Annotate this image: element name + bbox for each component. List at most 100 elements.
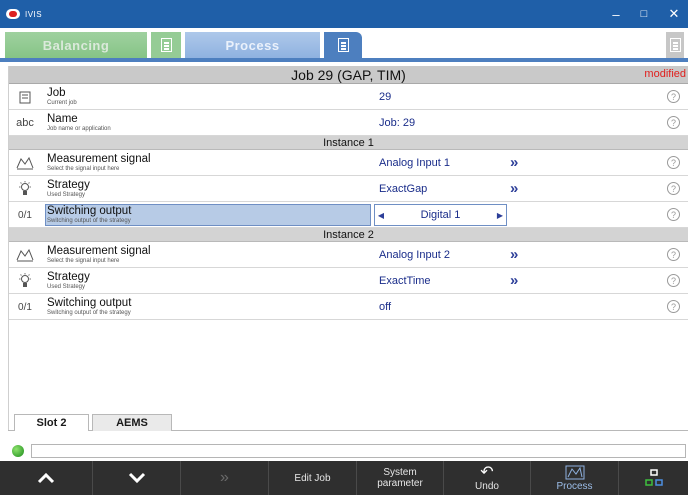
lightbulb-icon: [13, 180, 37, 198]
job-value[interactable]: 29: [379, 91, 391, 103]
row-label: Switching output Switching output of the…: [47, 297, 131, 317]
double-chevron-right-icon: »: [220, 469, 229, 486]
maximize-button[interactable]: □: [632, 0, 656, 28]
system-parameter-button[interactable]: System parameter: [357, 461, 444, 495]
binary-icon: 0/1: [18, 209, 32, 221]
label-main: Switching output: [47, 297, 132, 309]
name-value[interactable]: Job: 29: [379, 117, 415, 129]
label-main: Job: [47, 87, 66, 99]
undo-icon: ↶: [480, 463, 494, 481]
window-title: IVIS: [25, 9, 43, 19]
lightbulb-icon: [13, 272, 37, 290]
app-logo-icon: [6, 9, 20, 19]
tab-underline: [0, 58, 688, 62]
section-instance-2: Instance 2: [9, 228, 688, 242]
label-main: Measurement signal: [47, 153, 151, 165]
row-label: Measurement signal Select the signal inp…: [47, 245, 151, 265]
help-icon[interactable]: ?: [667, 182, 680, 195]
tab-balancing-document[interactable]: [151, 32, 181, 58]
row-job[interactable]: Job Current job 29 ?: [9, 84, 688, 110]
measurement-signal-value[interactable]: Analog Input 2: [379, 249, 450, 261]
title-bar: IVIS – □ ✕: [0, 0, 688, 28]
label-sub: Select the signal input here: [47, 166, 120, 172]
arrow-left-icon[interactable]: ◀: [375, 211, 387, 220]
label-sub: Current job: [47, 100, 77, 106]
double-chevron-right-icon[interactable]: »: [510, 180, 519, 197]
label-main: Strategy: [47, 179, 90, 191]
label-main: Measurement signal: [47, 245, 151, 257]
system-parameter-label-2: parameter: [377, 478, 423, 489]
job-panel: Job 29 (GAP, TIM) modified Job Current j…: [8, 66, 688, 431]
document-icon: [337, 38, 349, 52]
row-label: Name Job name or application: [47, 113, 111, 133]
help-icon[interactable]: ?: [667, 208, 680, 221]
row-measurement-signal-1[interactable]: Measurement signal Select the signal inp…: [9, 150, 688, 176]
section-instance-1: Instance 1: [9, 136, 688, 150]
tab-process[interactable]: Process: [185, 32, 320, 58]
status-led-icon: [12, 445, 24, 457]
bottom-toolbar: » Edit Job System parameter ↶ Undo Proce…: [0, 461, 688, 495]
row-switching-output-2[interactable]: 0/1 Switching output Switching output of…: [9, 294, 688, 320]
row-label: Strategy Used Strategy: [47, 271, 90, 291]
network-button[interactable]: [619, 461, 688, 495]
row-strategy-2[interactable]: Strategy Used Strategy ExactTime » ?: [9, 268, 688, 294]
signal-chart-icon: [13, 154, 37, 172]
edit-job-label: Edit Job: [294, 472, 331, 484]
help-icon[interactable]: ?: [667, 248, 680, 261]
status-message-field: [31, 444, 686, 458]
process-chart-icon: [565, 465, 584, 479]
edit-job-button[interactable]: Edit Job: [269, 461, 357, 495]
help-icon[interactable]: ?: [667, 300, 680, 313]
help-icon[interactable]: ?: [667, 156, 680, 169]
system-parameter-label-1: System: [383, 467, 417, 478]
strategy-value[interactable]: ExactTime: [379, 275, 431, 287]
close-button[interactable]: ✕: [662, 0, 686, 28]
tab-balancing[interactable]: Balancing: [5, 32, 147, 58]
tab-extra-document[interactable]: [666, 32, 684, 58]
job-header: Job 29 (GAP, TIM) modified: [9, 66, 688, 84]
label-main: Strategy: [47, 271, 90, 283]
tab-slot-2[interactable]: Slot 2: [14, 414, 89, 431]
process-label: Process: [556, 480, 593, 492]
row-label: Measurement signal Select the signal inp…: [47, 153, 151, 173]
double-chevron-right-icon[interactable]: »: [510, 154, 519, 171]
process-button[interactable]: Process: [531, 461, 619, 495]
double-chevron-right-icon[interactable]: »: [510, 272, 519, 289]
document-icon: [669, 38, 681, 52]
label-main: Switching output: [47, 205, 132, 217]
row-switching-output-1[interactable]: 0/1 Switching output Switching output of…: [9, 202, 688, 228]
chevron-up-icon: [37, 472, 55, 484]
document-icon: [160, 38, 172, 52]
chevron-down-icon: [128, 472, 145, 484]
arrow-right-icon[interactable]: ▶: [494, 211, 506, 220]
label-sub: Used Strategy: [47, 192, 86, 198]
label-sub: Used Strategy: [47, 284, 86, 290]
label-sub: Switching output of the strategy: [47, 310, 131, 316]
switching-output-selector[interactable]: ◀ Digital 1 ▶: [374, 204, 507, 226]
label-sub: Switching output of the strategy: [47, 218, 131, 224]
tab-aems[interactable]: AEMS: [92, 414, 172, 431]
row-measurement-signal-2[interactable]: Measurement signal Select the signal inp…: [9, 242, 688, 268]
row-label: Switching output Switching output of the…: [47, 205, 131, 225]
scroll-up-button[interactable]: [0, 461, 93, 495]
job-title: Job 29 (GAP, TIM): [291, 66, 406, 83]
undo-button[interactable]: ↶ Undo: [444, 461, 531, 495]
row-name[interactable]: abc Name Job name or application Job: 29…: [9, 110, 688, 136]
help-icon[interactable]: ?: [667, 90, 680, 103]
job-icon: [13, 88, 37, 106]
minimize-button[interactable]: –: [604, 0, 628, 28]
signal-chart-icon: [13, 246, 37, 264]
row-strategy-1[interactable]: Strategy Used Strategy ExactGap » ?: [9, 176, 688, 202]
double-chevron-right-icon[interactable]: »: [510, 246, 519, 263]
strategy-value[interactable]: ExactGap: [379, 183, 427, 195]
switching-output-value[interactable]: off: [379, 301, 391, 313]
next-button[interactable]: »: [181, 461, 269, 495]
scroll-down-button[interactable]: [93, 461, 181, 495]
modified-status: modified: [644, 68, 686, 80]
label-sub: Select the signal input here: [47, 258, 120, 264]
tab-process-document[interactable]: [324, 32, 362, 58]
help-icon[interactable]: ?: [667, 116, 680, 129]
help-icon[interactable]: ?: [667, 274, 680, 287]
slot-tabs: Slot 2 AEMS: [8, 414, 688, 431]
measurement-signal-value[interactable]: Analog Input 1: [379, 157, 450, 169]
